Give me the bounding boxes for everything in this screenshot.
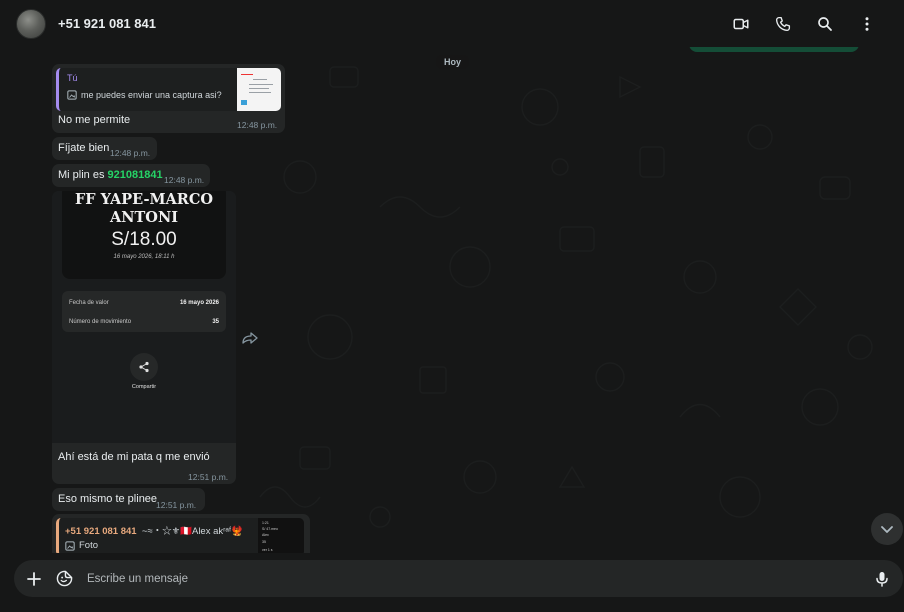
contact-name[interactable]: +51 921 081 841 [58, 16, 156, 31]
message-time: 12:51 p.m. [156, 500, 197, 510]
header-actions [720, 8, 888, 40]
image-icon [67, 90, 77, 100]
message-text: Fíjate bien [58, 142, 110, 154]
receipt-details: Fecha de valor 16 mayo 2026 Número de mo… [62, 291, 226, 332]
quote-thumbnail [237, 68, 281, 111]
search-button[interactable] [804, 8, 846, 40]
message-text: Ahí está de mi pata q me envió [58, 451, 210, 463]
message-text: No me permite [58, 114, 131, 126]
contact-avatar[interactable] [16, 8, 46, 39]
message-text: Eso mismo te plinee [58, 493, 158, 505]
quoted-message[interactable]: Tú me puedes enviar una captura asi? [56, 68, 281, 111]
message-bubble[interactable]: Eso mismo te plinee 12:51 p.m. [52, 488, 205, 511]
voice-call-icon [775, 16, 791, 31]
receipt-name-line1: FF YAPE-MARCO [74, 191, 214, 208]
sticker-icon [56, 570, 72, 587]
composer [0, 553, 904, 612]
forward-icon [242, 332, 258, 344]
receipt-datetime: 16 mayo 2026, 18:11 h [113, 254, 175, 260]
plus-icon [27, 571, 41, 586]
share-label: Compartir [131, 384, 157, 390]
scroll-down-button[interactable] [871, 513, 903, 545]
message-time: 12:48 p.m. [237, 120, 278, 130]
receipt-row: Número de movimiento 35 [69, 319, 219, 325]
video-call-button[interactable] [720, 8, 762, 40]
phone-link[interactable]: 921081841 [108, 169, 163, 181]
receipt-amount: S/18.00 [111, 229, 177, 250]
share-button [130, 353, 158, 381]
outgoing-message-edge [689, 47, 859, 52]
quote-thumbnail: 1:21 S/ 47.meo Alex 35 ver 1 s [258, 518, 304, 553]
search-icon [818, 16, 832, 31]
microphone-icon [876, 571, 888, 587]
sticker-button[interactable] [49, 564, 79, 594]
chat-header: +51 921 081 841 [0, 0, 904, 47]
voice-message-button[interactable] [867, 564, 897, 594]
attach-button[interactable] [19, 564, 49, 594]
quote-text: Foto [79, 540, 99, 551]
quote-author: Tú [67, 73, 78, 83]
quote-author-nickname: ~≈・☆⚜🇵🇪Alex akʳᵃᶠ🐦‍🔥 [141, 526, 243, 537]
video-call-icon [733, 18, 749, 29]
message-input[interactable] [87, 563, 867, 594]
chat-area[interactable]: Hoy Tú me puedes enviar una captura asi?… [0, 47, 904, 553]
message-bubble[interactable]: +51 921 081 841 ~≈・☆⚜🇵🇪Alex akʳᵃᶠ🐦‍🔥 Fot… [52, 514, 310, 553]
share-icon [139, 361, 149, 373]
message-time: 12:48 p.m. [164, 175, 205, 185]
message-bubble[interactable]: Mi plin es 921081841 12:48 p.m. [52, 164, 210, 187]
receipt-name-line2: ANTONI [110, 209, 178, 226]
voice-call-button[interactable] [762, 8, 804, 40]
receipt-image[interactable]: FF YAPE-MARCO ANTONI S/18.00 16 mayo 202… [52, 191, 236, 443]
receipt-row: Fecha de valor 16 mayo 2026 [69, 300, 219, 306]
menu-dots-icon [865, 16, 869, 31]
message-bubble[interactable]: Tú me puedes enviar una captura asi? No … [52, 64, 285, 133]
forward-button[interactable] [241, 331, 259, 345]
menu-button[interactable] [846, 8, 888, 40]
date-chip: Hoy [436, 55, 470, 69]
message-time: 12:48 p.m. [110, 148, 151, 158]
chevron-down-icon [881, 526, 893, 533]
quote-author: +51 921 081 841 [65, 526, 137, 537]
image-icon [65, 540, 75, 551]
quote-text: me puedes enviar una captura asi? [81, 90, 222, 100]
quoted-message[interactable]: +51 921 081 841 ~≈・☆⚜🇵🇪Alex akʳᵃᶠ🐦‍🔥 Fot… [56, 518, 304, 553]
receipt-card: FF YAPE-MARCO ANTONI S/18.00 16 mayo 202… [62, 191, 226, 279]
composer-box [14, 560, 903, 597]
message-text: Mi plin es 921081841 [58, 169, 163, 181]
message-time: 12:51 p.m. [188, 472, 229, 482]
message-bubble[interactable]: Fíjate bien 12:48 p.m. [52, 137, 157, 160]
